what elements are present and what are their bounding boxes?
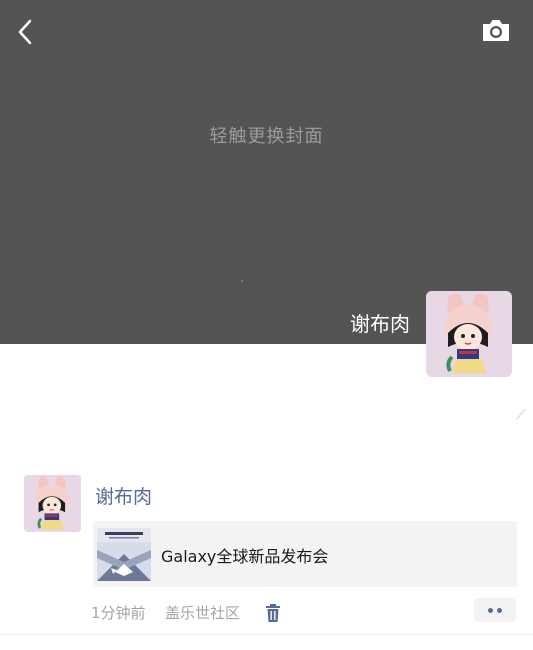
galaxy-launch-thumbnail-icon <box>97 528 151 581</box>
more-dots-icon[interactable] <box>474 598 516 622</box>
profile-name[interactable]: 谢布肉 <box>350 308 410 337</box>
back-chevron-icon[interactable] <box>12 16 40 48</box>
post-time: 1分钟前 <box>91 604 146 622</box>
cartoon-girl-avatar-icon <box>24 475 81 532</box>
cover-change-hint[interactable]: 轻触更换封面 <box>0 122 533 148</box>
divider <box>0 634 533 635</box>
cover-dot <box>241 280 243 282</box>
dot <box>488 608 493 613</box>
post-location[interactable]: 盖乐世社区 <box>165 602 240 623</box>
profile-avatar[interactable] <box>426 291 512 377</box>
shared-link-card[interactable]: Galaxy全球新品发布会 <box>93 521 517 587</box>
post-author-name[interactable]: 谢布肉 <box>95 482 152 509</box>
trash-icon[interactable] <box>264 603 282 623</box>
post-avatar[interactable] <box>24 475 81 532</box>
camera-icon[interactable] <box>480 18 512 44</box>
shared-link-title: Galaxy全球新品发布会 <box>161 547 329 566</box>
decorative-slash <box>516 408 526 420</box>
dot <box>497 608 502 613</box>
cartoon-girl-avatar-icon <box>426 291 512 377</box>
